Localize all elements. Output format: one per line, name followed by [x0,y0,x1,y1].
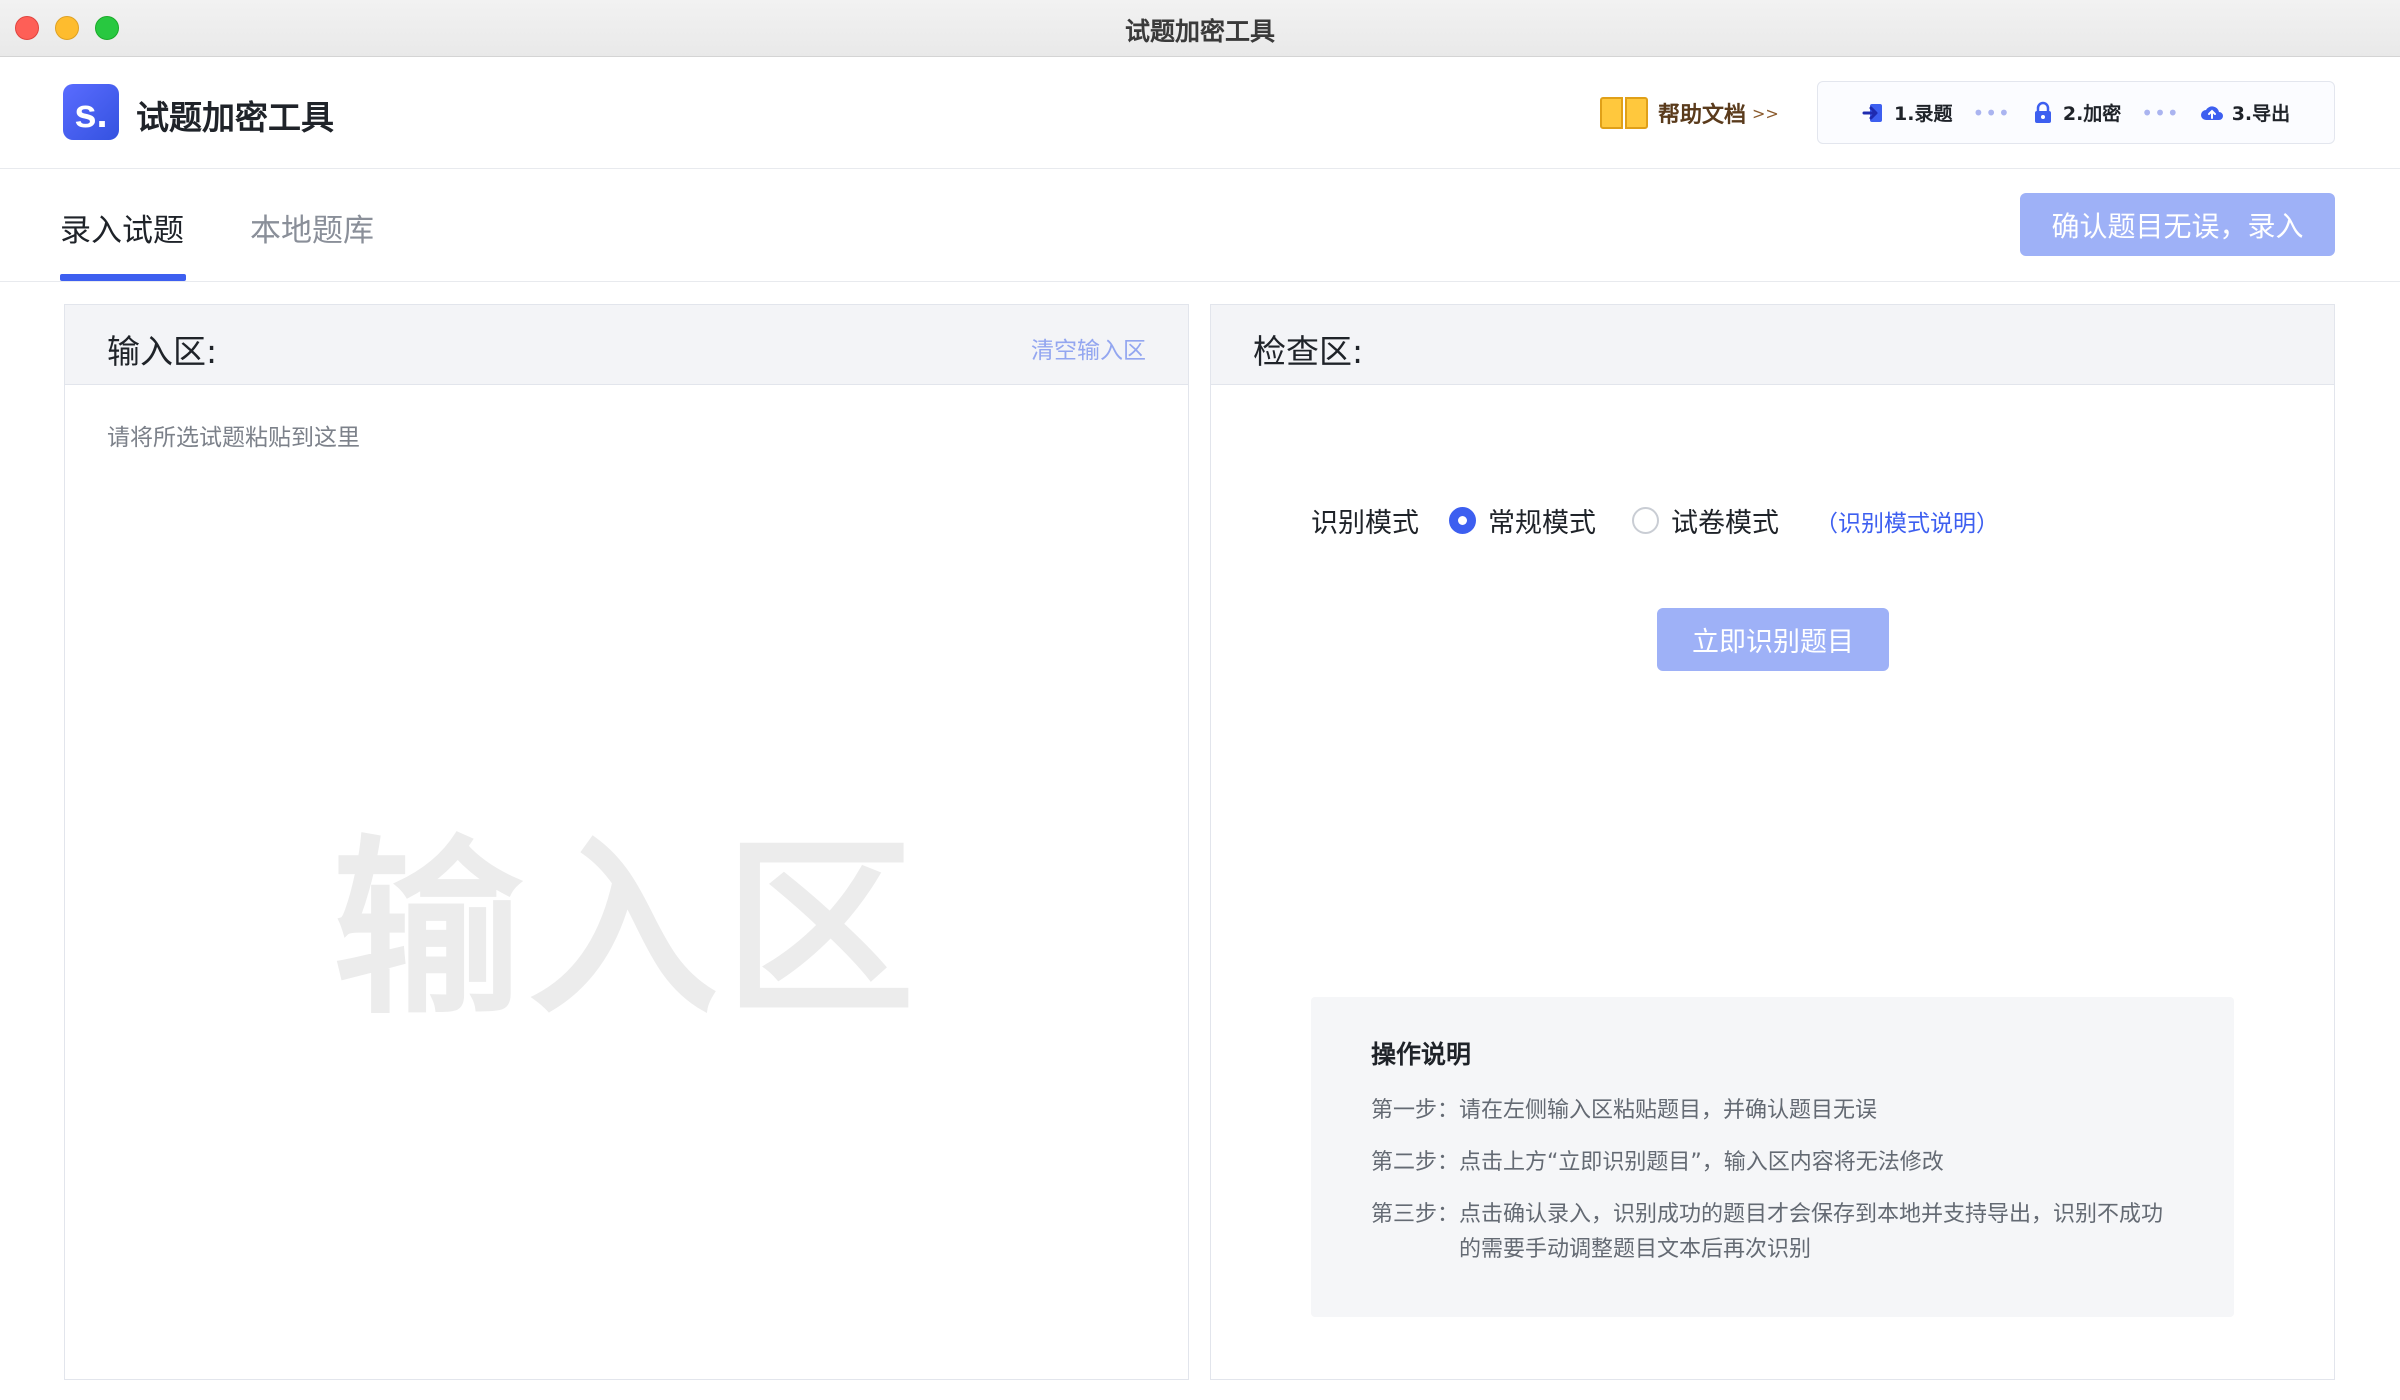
login-arrow-icon [1862,103,1882,122]
mode-help-link[interactable]: （识别模式说明） [1815,504,1999,538]
window-title: 试题加密工具 [1124,17,1275,46]
instruction-step: 第三步： 点击确认录入，识别成功的题目才会保存到本地并支持导出，识别不成功的需要… [1371,1197,2174,1267]
tab-enter-questions[interactable]: 录入试题 [60,205,184,250]
recognize-button[interactable]: 立即识别题目 [1657,608,1889,671]
tab-local-bank[interactable]: 本地题库 [250,205,374,250]
tab-bar: 录入试题 本地题库 确认题目无误，录入 [0,169,2400,282]
normal-mode-label: 常规模式 [1488,508,1596,539]
instruction-step-label: 第二步： [1371,1150,1460,1175]
help-docs-link[interactable]: 帮助文档 >> [1600,95,1779,131]
step-encrypt-label: 2.加密 [2062,103,2122,125]
help-docs-arrow: >> [1752,103,1779,123]
cloud-upload-icon [2200,105,2223,120]
lock-icon [2034,101,2051,123]
check-panel: 检查区: 识别模式 常规模式 试卷模式 （识别模式说明） 立即识别题目 操作说明… [1210,304,2335,1380]
exam-mode-radio[interactable]: 试卷模式 [1632,501,1779,540]
step-export: 3.导出 [2200,99,2290,126]
exam-mode-label: 试卷模式 [1671,508,1779,539]
radio-unchecked-icon [1632,507,1659,534]
instruction-step: 第一步： 请在左侧输入区粘贴题目，并确认题目无误 [1371,1093,2174,1128]
check-panel-title: 检查区: [1253,332,1364,371]
clear-input-link[interactable]: 清空输入区 [1031,331,1146,365]
book-icon [1600,97,1648,129]
instruction-step-text: 点击确认录入，识别成功的题目才会保存到本地并支持导出，识别不成功的需要手动调整题… [1459,1202,2164,1262]
app-header: s. 试题加密工具 帮助文档 >> 1.录题 ••• 2.加密 ••• 3.导出 [0,57,2400,169]
workflow-steps: 1.录题 ••• 2.加密 ••• 3.导出 [1817,81,2335,144]
step-encrypt: 2.加密 [2031,99,2121,126]
recognition-mode-label: 识别模式 [1311,508,1419,539]
app-window: 试题加密工具 s. 试题加密工具 帮助文档 >> 1.录题 ••• 2.加密 •… [0,0,2400,1400]
input-panel-title: 输入区: [107,332,218,371]
app-logo-icon: s. [63,84,119,140]
active-tab-indicator [60,274,186,281]
step-record-label: 1.录题 [1894,103,1953,125]
instructions-title: 操作说明 [1371,1040,1472,1069]
input-panel: 输入区: 清空输入区 输入区 [64,304,1189,1380]
instruction-step-text: 点击上方“立即识别题目”，输入区内容将无法修改 [1459,1150,1944,1175]
question-input[interactable] [65,386,1188,1379]
app-name: 试题加密工具 [136,98,334,137]
instructions-box: 操作说明 第一步： 请在左侧输入区粘贴题目，并确认题目无误 第二步： 点击上方“… [1311,997,2234,1317]
step-record: 1.录题 [1862,99,1952,126]
title-bar: 试题加密工具 [0,0,2400,57]
input-panel-header: 输入区: 清空输入区 [65,305,1188,385]
normal-mode-radio[interactable]: 常规模式 [1449,501,1596,540]
help-docs-label: 帮助文档 [1658,103,1747,128]
radio-checked-icon [1449,507,1476,534]
confirm-enter-button[interactable]: 确认题目无误，录入 [2020,193,2335,256]
instruction-step-text: 请在左侧输入区粘贴题目，并确认题目无误 [1459,1098,1878,1123]
step-separator: ••• [2141,100,2180,125]
step-separator: ••• [1972,100,2011,125]
instruction-step: 第二步： 点击上方“立即识别题目”，输入区内容将无法修改 [1371,1145,2174,1180]
step-export-label: 3.导出 [2231,103,2291,125]
recognition-mode-row: 识别模式 常规模式 试卷模式 （识别模式说明） [1311,501,1999,540]
check-panel-header: 检查区: [1211,305,2334,385]
instruction-step-label: 第一步： [1371,1098,1460,1123]
instruction-step-label: 第三步： [1371,1202,1460,1227]
